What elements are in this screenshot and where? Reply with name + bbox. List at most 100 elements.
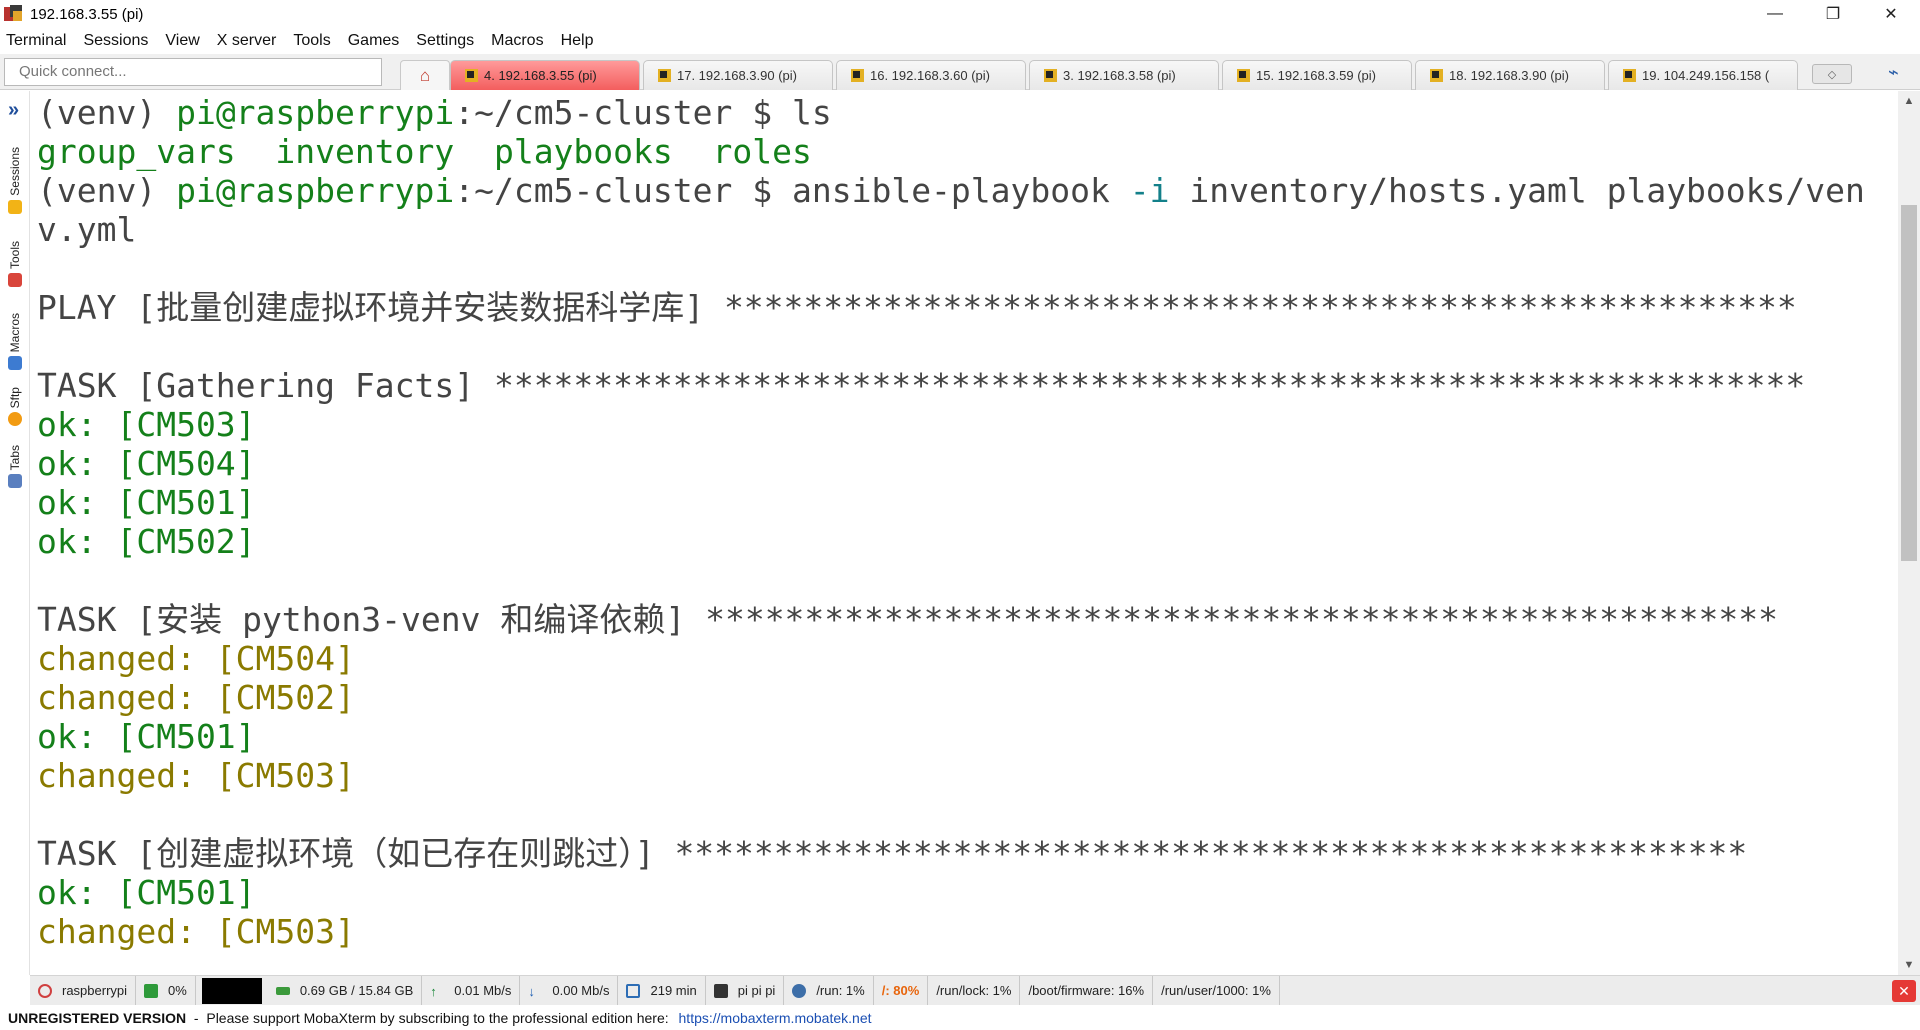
ssh-icon <box>658 69 671 82</box>
terminal-text: TASK [安装 python3-venv 和编译依赖] ***********… <box>37 600 1778 639</box>
status-disk-root: /: 80% <box>874 975 929 1006</box>
session-tab[interactable]: 18. 192.168.3.90 (pi) <box>1415 60 1605 90</box>
session-tab[interactable]: 15. 192.168.3.59 (pi) <box>1222 60 1412 90</box>
status-upload: ↑ 0.01 Mb/s <box>422 975 521 1006</box>
upload-arrow-icon: ↑ <box>430 983 437 999</box>
session-tab[interactable]: 16. 192.168.3.60 (pi) <box>836 60 1026 90</box>
menu-settings[interactable]: Settings <box>416 32 474 50</box>
tab-label: 15. 192.168.3.59 (pi) <box>1256 68 1376 83</box>
title-bar: 192.168.3.55 (pi) — ❐ ✕ <box>0 0 1920 28</box>
terminal-line: changed: [CM503] <box>37 912 1898 951</box>
terminal-text: ok: [CM501] <box>37 483 256 522</box>
status-memory: 0.69 GB / 15.84 GB <box>268 975 423 1006</box>
terminal-text: -i <box>1129 171 1170 210</box>
footer-banner: UNREGISTERED VERSION - Please support Mo… <box>0 1005 1920 1030</box>
new-tab-button[interactable]: ◇ <box>1812 64 1852 84</box>
terminal-line: changed: [CM503] <box>37 756 1898 795</box>
terminal-text: v.yml <box>37 210 137 249</box>
power-icon <box>38 983 52 998</box>
status-users: pi pi pi <box>706 975 785 1006</box>
close-session-icon[interactable]: ✕ <box>1892 980 1916 1002</box>
menu-view[interactable]: View <box>165 32 199 50</box>
home-tab[interactable]: ⌂ <box>400 60 450 90</box>
session-tab[interactable]: 4. 192.168.3.55 (pi) <box>450 60 640 90</box>
menu-games[interactable]: Games <box>348 32 400 50</box>
tab-label: 18. 192.168.3.90 (pi) <box>1449 68 1569 83</box>
close-button[interactable]: ✕ <box>1862 0 1920 28</box>
terminal-text: pi@raspberrypi <box>176 171 455 210</box>
sidebar-tab-tabs[interactable]: Tabs <box>2 445 28 489</box>
menu-sessions[interactable]: Sessions <box>83 32 148 50</box>
session-tab[interactable]: 3. 192.168.3.58 (pi) <box>1029 60 1219 90</box>
terminal-text: changed: [CM503] <box>37 756 355 795</box>
support-message: - Please support MobaXterm by subscribin… <box>186 1009 673 1026</box>
terminal-line: ok: [CM501] <box>37 483 1898 522</box>
tab-label: 19. 104.249.156.158 ( <box>1642 68 1770 83</box>
terminal-text: ok: [CM502] <box>37 522 256 561</box>
window-title: 192.168.3.55 (pi) <box>30 5 144 23</box>
terminal-text: inventory/hosts.yaml playbooks/ven <box>1169 171 1865 210</box>
expand-sidebar-icon[interactable]: » <box>8 99 19 122</box>
terminal-line: changed: [CM502] <box>37 678 1898 717</box>
mobaxterm-logo-icon <box>4 5 24 23</box>
status-disk-run: /run: 1% <box>784 975 874 1006</box>
terminal-line: PLAY [批量创建虚拟环境并安装数据科学库] ****************… <box>37 288 1898 327</box>
star-icon <box>8 199 22 214</box>
terminal-text: TASK [创建虚拟环境（如已存在则跳过）] *****************… <box>37 834 1748 873</box>
menu-help[interactable]: Help <box>561 32 594 50</box>
minimize-button[interactable]: — <box>1746 0 1804 28</box>
terminal-line: changed: [CM504] <box>37 639 1898 678</box>
sidebar-tab-macros[interactable]: Macros <box>2 313 28 371</box>
download-arrow-icon: ↓ <box>528 983 535 999</box>
terminal-line: ok: [CM503] <box>37 405 1898 444</box>
paperclip-icon[interactable]: ⌁ <box>1888 62 1899 83</box>
terminal-text: :~/cm5-cluster $ ls <box>454 93 832 132</box>
terminal-line: group_vars inventory playbooks roles <box>37 132 1898 171</box>
disk-icon <box>792 983 807 998</box>
scroll-up-icon[interactable]: ▲ <box>1898 91 1920 111</box>
session-tab[interactable]: 17. 192.168.3.90 (pi) <box>643 60 833 90</box>
user-icon <box>713 983 728 998</box>
mobaxterm-link[interactable]: https://mobaxterm.mobatek.net <box>679 1010 872 1026</box>
scrollbar-thumb[interactable] <box>1901 205 1917 561</box>
sidebar-tab-tools[interactable]: Tools <box>2 241 28 288</box>
menu-macros[interactable]: Macros <box>491 32 543 50</box>
status-disk-run-lock: /run/lock: 1% <box>928 975 1021 1006</box>
tab-bar: Quick connect... ⌂ 4. 192.168.3.55 (pi) … <box>0 54 1920 90</box>
terminal-line: ok: [CM501] <box>37 717 1898 756</box>
terminal-line: ok: [CM504] <box>37 444 1898 483</box>
ssh-icon <box>1623 69 1636 82</box>
ssh-icon <box>851 69 864 82</box>
status-download: ↓ 0.00 Mb/s <box>520 975 619 1006</box>
cpu-graph <box>201 977 262 1004</box>
terminal-scrollbar[interactable]: ▲ ▼ <box>1898 91 1920 975</box>
terminal-line: v.yml <box>37 210 1898 249</box>
session-tab[interactable]: 19. 104.249.156.158 ( <box>1608 60 1798 90</box>
terminal-text: (venv) <box>37 171 177 210</box>
terminal-text: group_vars inventory playbooks roles <box>37 132 812 171</box>
sidebar-tab-sftp[interactable]: Sftp <box>2 387 28 427</box>
restore-button[interactable]: ❐ <box>1804 0 1862 28</box>
terminal-text: ok: [CM504] <box>37 444 256 483</box>
terminal-text: ok: [CM503] <box>37 405 256 444</box>
tab-label: 3. 192.168.3.58 (pi) <box>1063 68 1176 83</box>
tab-label: 16. 192.168.3.60 (pi) <box>870 68 990 83</box>
ssh-icon <box>1044 69 1057 82</box>
memory-icon <box>275 986 290 995</box>
scroll-down-icon[interactable]: ▼ <box>1898 955 1920 975</box>
terminal-line: TASK [创建虚拟环境（如已存在则跳过）] *****************… <box>37 834 1898 873</box>
status-disk-boot: /boot/firmware: 16% <box>1020 975 1154 1006</box>
terminal-line: (venv) pi@raspberrypi:~/cm5-cluster $ ls <box>37 93 1898 132</box>
sidebar-tab-sessions[interactable]: Sessions <box>2 147 28 214</box>
menu-terminal[interactable]: Terminal <box>6 32 66 50</box>
terminal-line: (venv) pi@raspberrypi:~/cm5-cluster $ an… <box>37 171 1898 210</box>
menu-x-server[interactable]: X server <box>217 32 277 50</box>
terminal-line: ok: [CM501] <box>37 873 1898 912</box>
menu-tools[interactable]: Tools <box>293 32 330 50</box>
terminal-output[interactable]: (venv) pi@raspberrypi:~/cm5-cluster $ ls… <box>30 91 1898 975</box>
terminal-text: changed: [CM504] <box>37 639 355 678</box>
tools-icon <box>8 273 22 288</box>
quick-connect-input[interactable]: Quick connect... <box>4 58 382 86</box>
sftp-icon <box>8 412 22 427</box>
